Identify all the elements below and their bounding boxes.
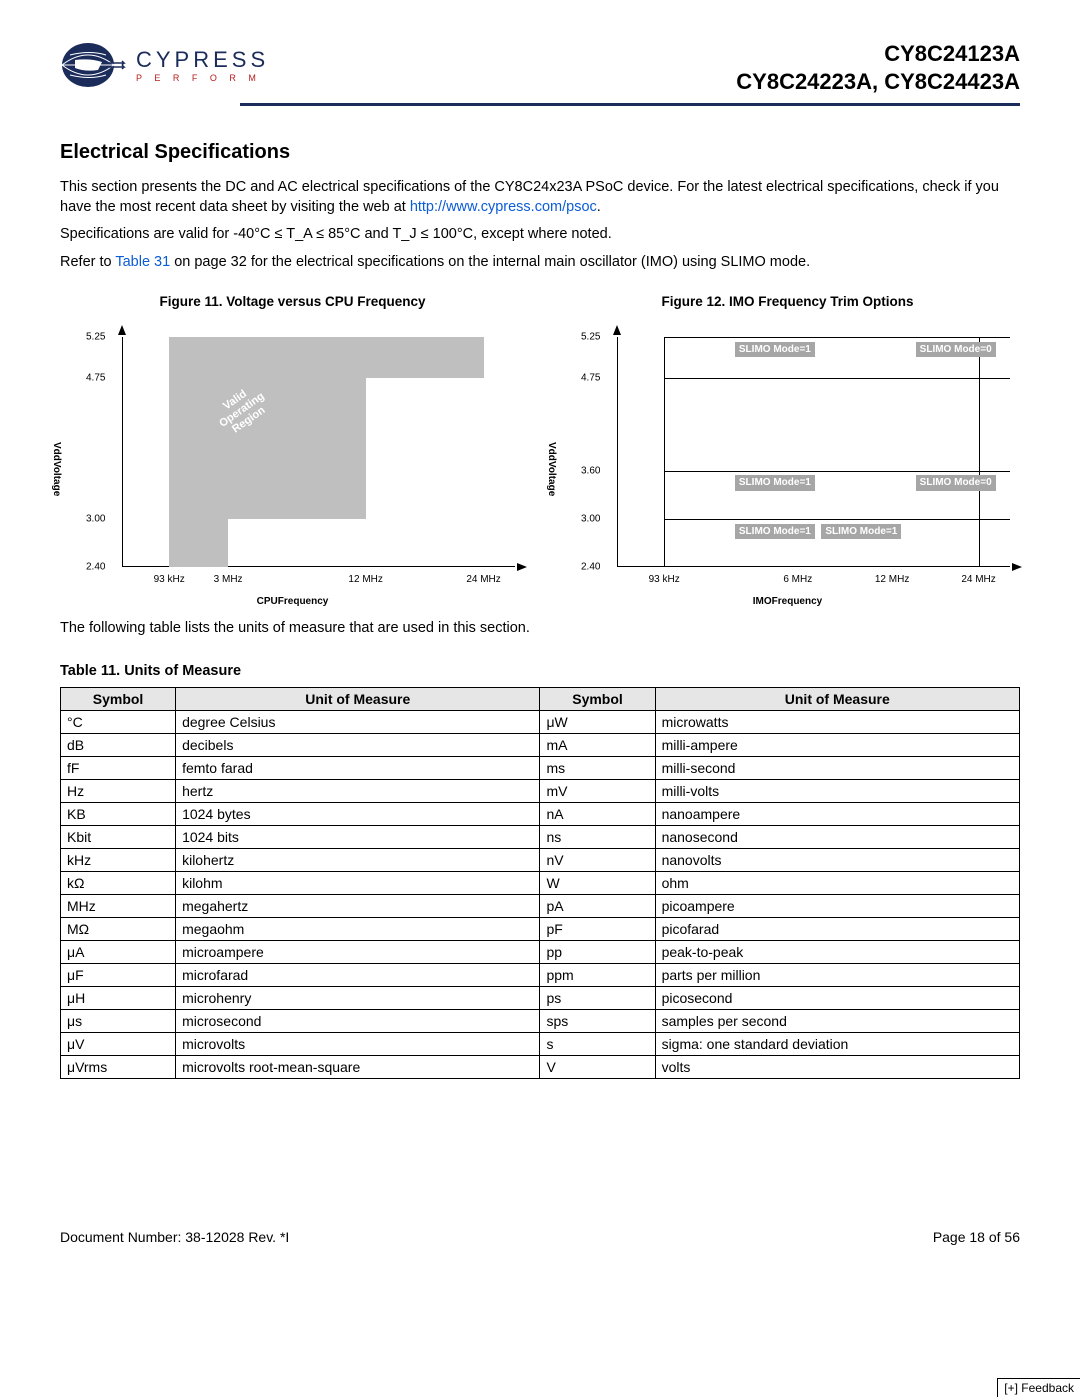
table-row: μVrmsmicrovolts root-mean-squareVvolts [61, 1055, 1020, 1078]
slimo-box: SLIMO Mode=1 [735, 475, 815, 491]
psoc-link[interactable]: http://www.cypress.com/psoc [410, 199, 597, 215]
table-row: HzhertzmVmilli-volts [61, 779, 1020, 802]
table-row: μAmicroamperepppeak-to-peak [61, 940, 1020, 963]
y-arrow-icon [613, 325, 621, 335]
table-row: kΩkilohmWohm [61, 871, 1020, 894]
after-figures-text: The following table lists the units of m… [60, 619, 1020, 639]
x-axis-label: IMOFrequency [555, 596, 1020, 607]
table-row: KB1024 bytesnAnanoampere [61, 802, 1020, 825]
refer-paragraph: Refer to Table 31 on page 32 for the ele… [60, 253, 1020, 273]
table-row: dBdecibelsmAmilli-ampere [61, 733, 1020, 756]
table-row: °Cdegree CelsiusμWmicrowatts [61, 710, 1020, 733]
table-row: μsmicrosecondspssamples per second [61, 1009, 1020, 1032]
part-line-1: CY8C24123A [736, 40, 1020, 68]
logo: CYPRESS P E R F O R M [60, 40, 269, 90]
table-row: μFmicrofaradppmparts per million [61, 963, 1020, 986]
figure-12-chart: VddVoltage IMOFrequency SLIMO Mode=1 SLI… [555, 327, 1020, 607]
intro-paragraph-1: This section presents the DC and AC elec… [60, 178, 1020, 217]
page-number: Page 18 of 56 [933, 1229, 1020, 1245]
feedback-button[interactable]: [+] Feedback [997, 1378, 1080, 1397]
table-row: Kbit1024 bitsnsnanosecond [61, 825, 1020, 848]
table-row: kHzkilohertznVnanovolts [61, 848, 1020, 871]
part-line-2: CY8C24223A, CY8C24423A [736, 68, 1020, 96]
table-row: μHmicrohenrypspicosecond [61, 986, 1020, 1009]
table-11-caption: Table 11. Units of Measure [60, 663, 1020, 679]
figure-11-title: Figure 11. Voltage versus CPU Frequency [60, 294, 525, 309]
th-uom: Unit of Measure [655, 687, 1019, 710]
table-row: MΩmegaohmpFpicofarad [61, 917, 1020, 940]
section-title: Electrical Specifications [60, 141, 1020, 164]
slimo-box: SLIMO Mode=1 [821, 524, 901, 540]
units-table: Symbol Unit of Measure Symbol Unit of Me… [60, 687, 1020, 1079]
header-rule [240, 103, 1020, 106]
page-header: CYPRESS P E R F O R M CY8C24123A CY8C242… [60, 40, 1020, 95]
x-arrow-icon [1012, 563, 1022, 571]
spec-validity: Specifications are valid for -40°C ≤ T_A… [60, 225, 1020, 245]
doc-number: Document Number: 38-12028 Rev. *I [60, 1229, 289, 1245]
x-axis-label: CPUFrequency [60, 596, 525, 607]
slimo-box: SLIMO Mode=0 [916, 475, 996, 491]
table-row: fFfemto faradmsmilli-second [61, 756, 1020, 779]
figure-11: Figure 11. Voltage versus CPU Frequency … [60, 294, 525, 607]
figures-row: Figure 11. Voltage versus CPU Frequency … [60, 294, 1020, 607]
table31-link[interactable]: Table 31 [115, 254, 170, 270]
th-symbol: Symbol [540, 687, 655, 710]
th-symbol: Symbol [61, 687, 176, 710]
figure-12: Figure 12. IMO Frequency Trim Options Vd… [555, 294, 1020, 607]
table-row: μVmicrovoltsssigma: one standard deviati… [61, 1032, 1020, 1055]
slimo-box: SLIMO Mode=0 [916, 342, 996, 358]
y-arrow-icon [118, 325, 126, 335]
slimo-box: SLIMO Mode=1 [735, 342, 815, 358]
y-axis-label: VddVoltage [546, 442, 557, 496]
y-axis-label: VddVoltage [51, 442, 62, 496]
logo-brand-text: CYPRESS [136, 47, 269, 73]
table-row: MHzmegahertzpApicoampere [61, 894, 1020, 917]
x-arrow-icon [517, 563, 527, 571]
logo-subtext: P E R F O R M [136, 73, 261, 83]
part-numbers: CY8C24123A CY8C24223A, CY8C24423A [736, 40, 1020, 95]
th-uom: Unit of Measure [176, 687, 540, 710]
globe-icon [60, 40, 128, 90]
page-footer: Document Number: 38-12028 Rev. *I Page 1… [60, 1229, 1020, 1245]
figure-12-title: Figure 12. IMO Frequency Trim Options [555, 294, 1020, 309]
figure-11-chart: VddVoltage CPUFrequency Valid Operating … [60, 327, 525, 607]
slimo-box: SLIMO Mode=1 [735, 524, 815, 540]
